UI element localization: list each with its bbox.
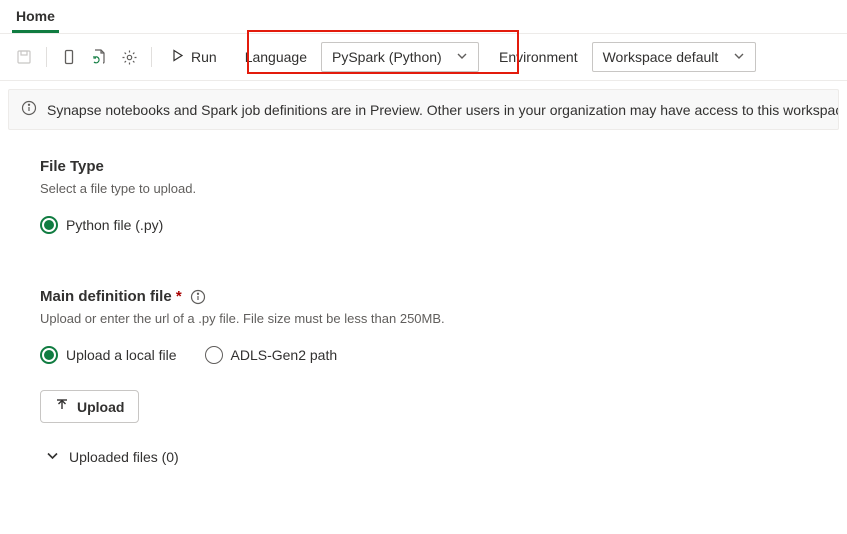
upload-icon [55,398,69,415]
uploaded-files-label: Uploaded files (0) [69,449,179,465]
main-def-title-text: Main definition file [40,288,172,305]
chevron-down-icon [733,49,745,65]
toolbar: Run Language PySpark (Python) Environmen… [0,34,847,81]
main-def-desc: Upload or enter the url of a .py file. F… [40,311,807,326]
toolbar-separator [46,47,47,67]
chevron-down-icon [46,449,59,465]
option-upload-local[interactable]: Upload a local file [40,346,177,364]
main-def-title: Main definition file * [40,288,807,305]
environment-value: Workspace default [603,49,719,65]
preview-info-banner: Synapse notebooks and Spark job definiti… [8,89,839,130]
toolbar-separator [151,47,152,67]
info-text: Synapse notebooks and Spark job definiti… [47,102,839,118]
file-type-option-python[interactable]: Python file (.py) [40,216,807,234]
play-icon [170,48,185,66]
uploaded-files-expander[interactable]: Uploaded files (0) [40,449,807,465]
run-button[interactable]: Run [162,44,225,70]
chevron-down-icon [456,49,468,65]
radio-checked-icon [40,346,58,364]
settings-gear-icon[interactable] [117,45,141,69]
main-def-radio-group: Upload a local file ADLS-Gen2 path [40,346,807,372]
run-label: Run [191,49,217,65]
save-icon [12,45,36,69]
radio-unchecked-icon [205,346,223,364]
language-dropdown[interactable]: PySpark (Python) [321,42,479,72]
radio-label: Upload a local file [66,347,177,363]
info-icon[interactable] [190,289,206,305]
language-value: PySpark (Python) [332,49,442,65]
radio-label: ADLS-Gen2 path [231,347,338,363]
form-content: File Type Select a file type to upload. … [0,138,847,485]
option-adls-path[interactable]: ADLS-Gen2 path [205,346,338,364]
tab-home[interactable]: Home [12,0,59,33]
language-label: Language [245,49,307,65]
required-asterisk: * [176,288,182,305]
radio-label: Python file (.py) [66,217,163,233]
file-type-desc: Select a file type to upload. [40,181,807,196]
radio-checked-icon [40,216,58,234]
upload-label: Upload [77,399,124,415]
tab-bar: Home [0,0,847,34]
environment-dropdown[interactable]: Workspace default [592,42,756,72]
file-type-title: File Type [40,158,807,175]
refresh-file-icon[interactable] [87,45,111,69]
upload-button[interactable]: Upload [40,390,139,423]
phone-preview-icon[interactable] [57,45,81,69]
info-icon [21,100,37,119]
environment-label: Environment [499,49,578,65]
